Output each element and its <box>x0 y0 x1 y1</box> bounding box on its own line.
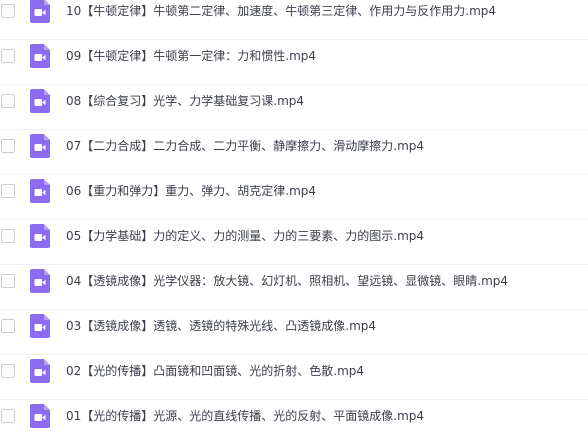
file-row[interactable]: 08【综合复习】光学、力学基础复习课.mp4 <box>0 86 588 130</box>
file-row[interactable]: 06【重力和弹力】重力、弹力、胡克定律.mp4 <box>0 176 588 220</box>
video-file-icon <box>30 314 50 338</box>
file-row[interactable]: 10【牛顿定律】牛顿第二定律、加速度、牛顿第三定律、作用力与反作用力.mp4 <box>0 0 588 40</box>
file-row[interactable]: 07【二力合成】二力合成、二力平衡、静摩擦力、滑动摩擦力.mp4 <box>0 131 588 175</box>
file-name[interactable]: 03【透镜成像】透镜、透镜的特殊光线、凸透镜成像.mp4 <box>66 317 376 335</box>
file-row[interactable]: 05【力学基础】力的定义、力的测量、力的三要素、力的图示.mp4 <box>0 221 588 265</box>
video-file-icon <box>30 404 50 428</box>
video-file-icon <box>30 89 50 113</box>
file-name[interactable]: 07【二力合成】二力合成、二力平衡、静摩擦力、滑动摩擦力.mp4 <box>66 137 424 155</box>
file-list: 10【牛顿定律】牛顿第二定律、加速度、牛顿第三定律、作用力与反作用力.mp4 09… <box>0 0 588 433</box>
row-checkbox[interactable] <box>1 274 15 288</box>
file-row[interactable]: 09【牛顿定律】牛顿第一定律：力和惯性.mp4 <box>0 41 588 85</box>
file-row[interactable]: 04【透镜成像】光学仪器：放大镜、幻灯机、照相机、望远镜、显微镜、眼睛.mp4 <box>0 266 588 310</box>
video-file-icon <box>30 0 50 23</box>
row-checkbox[interactable] <box>1 4 15 18</box>
video-file-icon <box>30 269 50 293</box>
file-row[interactable]: 01【光的传播】光源、光的直线传播、光的反射、平面镜成像.mp4 <box>0 401 588 433</box>
file-name[interactable]: 10【牛顿定律】牛顿第二定律、加速度、牛顿第三定律、作用力与反作用力.mp4 <box>66 2 496 20</box>
file-name[interactable]: 06【重力和弹力】重力、弹力、胡克定律.mp4 <box>66 182 316 200</box>
row-checkbox[interactable] <box>1 184 15 198</box>
row-checkbox[interactable] <box>1 229 15 243</box>
row-checkbox[interactable] <box>1 409 15 423</box>
video-file-icon <box>30 134 50 158</box>
row-checkbox[interactable] <box>1 139 15 153</box>
file-name[interactable]: 08【综合复习】光学、力学基础复习课.mp4 <box>66 92 304 110</box>
row-checkbox[interactable] <box>1 94 15 108</box>
video-file-icon <box>30 44 50 68</box>
row-checkbox[interactable] <box>1 364 15 378</box>
file-row[interactable]: 02【光的传播】凸面镜和凹面镜、光的折射、色散.mp4 <box>0 356 588 400</box>
file-name[interactable]: 09【牛顿定律】牛顿第一定律：力和惯性.mp4 <box>66 47 316 65</box>
video-file-icon <box>30 179 50 203</box>
file-name[interactable]: 01【光的传播】光源、光的直线传播、光的反射、平面镜成像.mp4 <box>66 407 424 425</box>
row-checkbox[interactable] <box>1 49 15 63</box>
video-file-icon <box>30 224 50 248</box>
file-row[interactable]: 03【透镜成像】透镜、透镜的特殊光线、凸透镜成像.mp4 <box>0 311 588 355</box>
video-file-icon <box>30 359 50 383</box>
file-name[interactable]: 05【力学基础】力的定义、力的测量、力的三要素、力的图示.mp4 <box>66 227 424 245</box>
row-checkbox[interactable] <box>1 319 15 333</box>
file-name[interactable]: 04【透镜成像】光学仪器：放大镜、幻灯机、照相机、望远镜、显微镜、眼睛.mp4 <box>66 272 508 290</box>
file-name[interactable]: 02【光的传播】凸面镜和凹面镜、光的折射、色散.mp4 <box>66 362 364 380</box>
